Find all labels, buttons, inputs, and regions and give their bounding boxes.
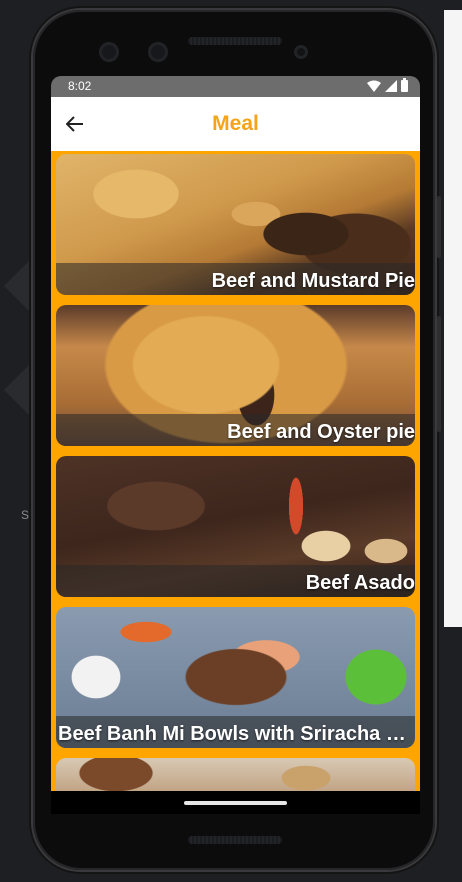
home-indicator[interactable] [184,801,287,805]
meal-card[interactable] [56,758,415,791]
meal-name: Beef Asado [305,572,415,594]
bottom-speaker [188,836,282,844]
wifi-icon [367,80,381,92]
battery-icon [401,78,408,92]
status-bar: 8:02 [51,76,420,97]
meal-name: Beef Banh Mi Bowls with Sriracha Mayo, C… [58,723,415,745]
earpiece-speaker [188,37,282,45]
arrow-back-icon [66,116,83,132]
back-button[interactable] [61,110,89,138]
meal-card[interactable]: Beef Banh Mi Bowls with Sriracha Mayo, C… [56,607,415,748]
meal-card[interactable]: Beef and Mustard Pie [56,154,415,295]
volume-button[interactable] [437,316,441,432]
meal-list[interactable]: Beef and Mustard Pie Beef and Oyster pie… [51,151,420,791]
signal-icon [385,80,397,92]
previous-arrow-icon [4,258,32,314]
phone-screen: 8:02 Meal Beef and Mustard Pie Beef and … [51,76,420,814]
gesture-nav-bar [51,791,420,814]
meal-card[interactable]: Beef and Oyster pie [56,305,415,446]
front-sensor-icon [148,42,168,62]
next-arrow-icon [4,362,32,418]
meal-card[interactable]: Beef Asado [56,456,415,597]
meal-name: Beef and Oyster pie [227,421,415,443]
page-title: Meal [212,112,259,135]
editor-panel [444,10,462,627]
emulator-background: Sh 8:02 Meal Beef and Mustard Pie Beef a… [0,0,462,882]
proximity-sensor-icon [294,45,308,59]
status-time: 8:02 [68,79,92,93]
meal-name: Beef and Mustard Pie [211,270,415,292]
status-icons [367,78,408,92]
power-button[interactable] [437,196,441,258]
front-camera-icon [99,42,119,62]
meal-image [56,758,415,791]
app-bar: Meal [51,97,420,151]
